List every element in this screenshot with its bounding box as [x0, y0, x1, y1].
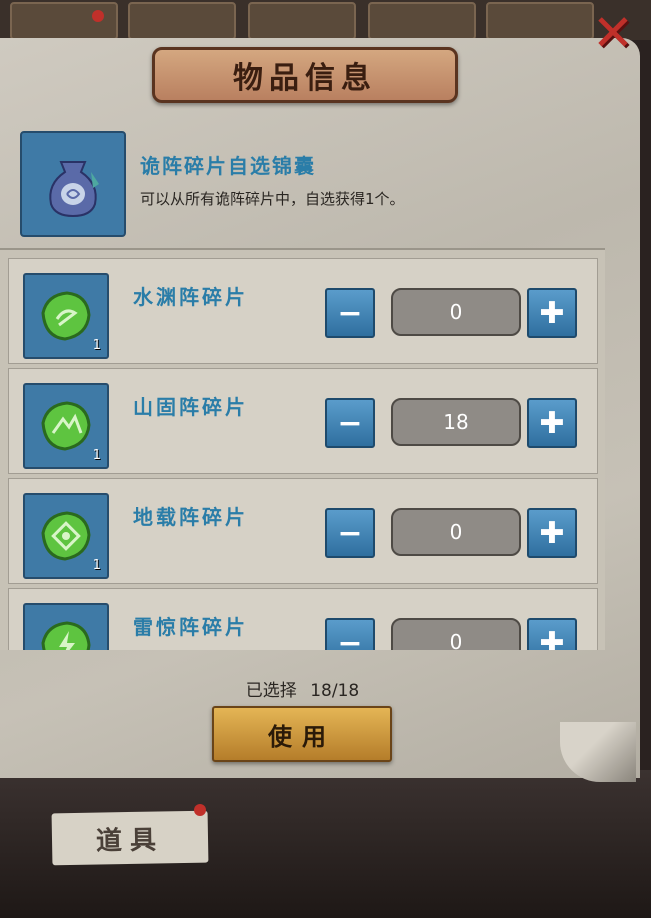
pack-description: 可以从所有诡阵碎片中，自选获得1个。 — [140, 190, 405, 208]
thunder-rune-icon: 1 — [23, 603, 109, 650]
use-button[interactable]: 使用 — [212, 706, 392, 762]
background-slot — [128, 2, 236, 40]
background-tab-label: 道具 — [95, 824, 165, 857]
use-button-label: 使用 — [268, 721, 336, 751]
item-name: 雷惊阵碎片 — [133, 615, 248, 639]
decrease-button[interactable]: − — [325, 398, 375, 448]
quantity-field[interactable]: 0 — [391, 618, 521, 650]
decrease-button[interactable]: − — [325, 508, 375, 558]
selection-label: 已选择 — [245, 681, 297, 701]
selection-counter: 已选择 18/18 — [0, 676, 605, 701]
water-rune-icon: 1 — [23, 273, 109, 359]
list-item: 1 雷惊阵碎片 − 0 ✚ — [8, 588, 598, 650]
pack-name: 诡阵碎片自选锦囊 — [140, 154, 316, 178]
increase-button[interactable]: ✚ — [527, 618, 577, 650]
paper-curl — [560, 722, 636, 782]
mountain-rune-icon: 1 — [23, 383, 109, 469]
dialog-title: 物品信息 — [233, 61, 377, 96]
decrease-button[interactable]: − — [325, 618, 375, 650]
list-item: 1 水渊阵碎片 − 0 ✚ — [8, 258, 598, 364]
dialog-title-banner: 物品信息 — [152, 47, 458, 103]
list-item: 1 地载阵碎片 − 0 ✚ — [8, 478, 598, 584]
item-count: 1 — [92, 448, 101, 463]
quantity-field[interactable]: 0 — [391, 508, 521, 556]
increase-button[interactable]: ✚ — [527, 288, 577, 338]
pouch-icon — [20, 131, 126, 237]
background-slot — [248, 2, 356, 40]
item-count: 1 — [92, 338, 101, 353]
increase-button[interactable]: ✚ — [527, 508, 577, 558]
background-tab-items[interactable]: 道具 — [51, 810, 209, 866]
quantity-field[interactable]: 18 — [391, 398, 521, 446]
background-slot — [486, 2, 594, 40]
list-item: 1 山固阵碎片 − 18 ✚ — [8, 368, 598, 474]
item-count: 1 — [92, 558, 101, 573]
item-name: 山固阵碎片 — [133, 395, 248, 419]
notification-dot — [194, 804, 206, 816]
decrease-button[interactable]: − — [325, 288, 375, 338]
close-button[interactable]: ✕ — [586, 6, 640, 60]
increase-button[interactable]: ✚ — [527, 398, 577, 448]
background-slot — [368, 2, 476, 40]
earth-rune-icon: 1 — [23, 493, 109, 579]
close-icon: ✕ — [592, 4, 634, 62]
background-slot — [10, 2, 118, 40]
fragment-list[interactable]: 1 水渊阵碎片 − 0 ✚ 1 山固阵碎片 − 18 ✚ 1 地载阵碎片 − 0… — [0, 248, 605, 650]
notification-dot — [92, 10, 104, 22]
quantity-field[interactable]: 0 — [391, 288, 521, 336]
selection-value: 18/18 — [310, 681, 360, 701]
item-name: 地载阵碎片 — [133, 505, 248, 529]
item-name: 水渊阵碎片 — [133, 285, 248, 309]
